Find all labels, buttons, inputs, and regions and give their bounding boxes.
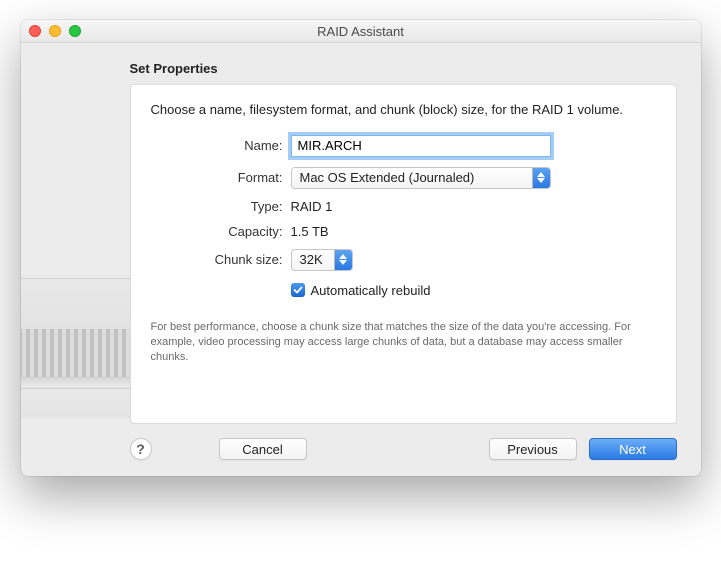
format-selected-value: Mac OS Extended (Journaled) bbox=[300, 170, 485, 185]
sidebar-illustration bbox=[21, 93, 131, 418]
auto-rebuild-checkbox[interactable]: Automatically rebuild bbox=[291, 283, 431, 298]
help-button[interactable]: ? bbox=[130, 438, 152, 460]
titlebar: RAID Assistant bbox=[21, 20, 701, 43]
format-select[interactable]: Mac OS Extended (Journaled) bbox=[291, 167, 551, 189]
chunk-label: Chunk size: bbox=[191, 252, 291, 267]
cancel-button[interactable]: Cancel bbox=[219, 438, 307, 460]
zoom-button[interactable] bbox=[69, 25, 81, 37]
intro-text: Choose a name, filesystem format, and ch… bbox=[151, 101, 656, 119]
name-input[interactable] bbox=[291, 135, 551, 157]
name-label: Name: bbox=[191, 138, 291, 153]
capacity-value: 1.5 TB bbox=[291, 224, 329, 239]
chunk-size-select[interactable]: 32K bbox=[291, 249, 353, 271]
properties-panel: Choose a name, filesystem format, and ch… bbox=[130, 84, 677, 424]
previous-button[interactable]: Previous bbox=[489, 438, 577, 460]
updown-arrows-icon bbox=[334, 250, 352, 270]
section-title: Set Properties bbox=[130, 61, 677, 76]
checkbox-checked-icon bbox=[291, 283, 305, 297]
auto-rebuild-label: Automatically rebuild bbox=[311, 283, 431, 298]
updown-arrows-icon bbox=[532, 168, 550, 188]
help-icon: ? bbox=[136, 441, 145, 457]
footer: ? Cancel Previous Next bbox=[130, 424, 677, 460]
capacity-label: Capacity: bbox=[191, 224, 291, 239]
raid-assistant-window: RAID Assistant Set Properties Choose a n… bbox=[21, 20, 701, 476]
close-button[interactable] bbox=[29, 25, 41, 37]
type-label: Type: bbox=[191, 199, 291, 214]
minimize-button[interactable] bbox=[49, 25, 61, 37]
type-value: RAID 1 bbox=[291, 199, 333, 214]
chunk-selected-value: 32K bbox=[300, 252, 333, 267]
format-label: Format: bbox=[191, 170, 291, 185]
window-title: RAID Assistant bbox=[21, 24, 701, 39]
next-button[interactable]: Next bbox=[589, 438, 677, 460]
traffic-lights bbox=[29, 25, 81, 37]
chunk-size-footnote: For best performance, choose a chunk siz… bbox=[151, 320, 656, 366]
